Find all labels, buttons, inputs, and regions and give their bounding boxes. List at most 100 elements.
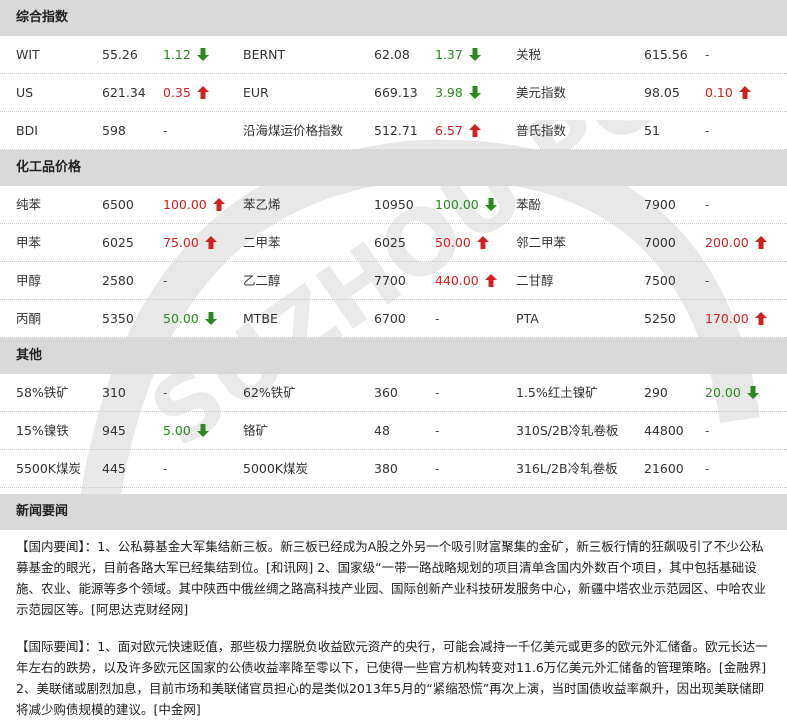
change-value: 1.37 [435,47,463,62]
item-change: 0.35 [163,74,209,111]
change-value: 50.00 [163,311,199,326]
change-value: - [705,273,710,288]
arrow-down-icon [484,198,497,211]
item-change: 75.00 [163,224,217,261]
item-change: 0.10 [705,74,751,111]
change-value: - [163,123,168,138]
item-price: 7900 [644,197,676,212]
item-name: MTBE [243,311,278,326]
item-change: - [435,374,440,411]
item-name: US [16,85,34,100]
item-price: 290 [644,385,668,400]
change-value: - [705,423,710,438]
change-value: 440.00 [435,273,479,288]
item-change: 170.00 [705,300,767,337]
item-change: 100.00 [435,186,497,223]
arrow-up-icon [738,86,751,99]
item-name: 苯酚 [516,197,542,212]
change-value: 100.00 [435,197,479,212]
item-name: 甲苯 [16,235,42,250]
item-change: - [163,374,168,411]
change-value: - [705,123,710,138]
arrow-down-icon [468,48,481,61]
item-price: 7000 [644,235,676,250]
item-price: 445 [102,461,126,476]
section-header-chemical: 化工品价格 [0,150,787,186]
section-header-composite: 综合指数 [0,0,787,36]
item-change: 200.00 [705,224,767,261]
item-name: 邻二甲苯 [516,235,567,250]
item-change: - [705,450,710,487]
arrow-down-icon [468,86,481,99]
item-change: - [705,186,710,223]
item-price: 6025 [102,235,134,250]
change-value: - [435,311,440,326]
item-price: 380 [374,461,398,476]
item-name: 310S/2B冷轧卷板 [516,423,619,438]
change-value: - [163,385,168,400]
section-title: 化工品价格 [16,160,82,175]
item-change: - [705,262,710,299]
change-value: - [435,461,440,476]
arrow-down-icon [196,424,209,437]
change-value: 50.00 [435,235,471,250]
chemical-price-table: 纯苯 6500 100.00 苯乙烯 10950 100.00 苯酚 7900 - 甲苯 6025 7… [0,186,787,338]
change-value: 20.00 [705,385,741,400]
item-price: 945 [102,423,126,438]
item-price: 6500 [102,197,134,212]
arrow-up-icon [204,236,217,249]
change-value: 1.12 [163,47,191,62]
item-price: 2580 [102,273,134,288]
change-value: - [163,461,168,476]
item-name: 纯苯 [16,197,42,212]
item-price: 5350 [102,311,134,326]
change-value: 6.57 [435,123,463,138]
section-title: 其他 [16,348,43,363]
arrow-down-icon [746,386,759,399]
news-domestic: 【国内要闻】：1、公私募基金大军集结新三板。新三板已经成为A股之外另一个吸引财富… [16,539,767,617]
arrow-up-icon [196,86,209,99]
item-change: - [163,112,168,149]
item-change: 50.00 [163,300,217,337]
item-change: - [705,412,710,449]
table-row: BDI 598 - 沿海煤运价格指数 512.71 6.57 普氏指数 51 - [0,112,787,150]
table-row: 丙酮 5350 50.00 MTBE 6700 - PTA 5250 170.00 [0,300,787,338]
change-value: - [435,423,440,438]
item-price: 44800 [644,423,684,438]
item-name: 二甲苯 [243,235,281,250]
section-header-other: 其他 [0,338,787,374]
item-price: 10950 [374,197,414,212]
item-name: 关税 [516,47,542,62]
item-change: - [435,412,440,449]
item-name: 沿海煤运价格指数 [243,123,344,138]
item-price: 55.26 [102,47,138,62]
item-price: 6700 [374,311,406,326]
item-change: 100.00 [163,186,225,223]
item-price: 615.56 [644,47,688,62]
item-change: 50.00 [435,224,489,261]
item-name: BDI [16,123,38,138]
item-name: 二甘醇 [516,273,554,288]
change-value: 200.00 [705,235,749,250]
item-price: 51 [644,123,660,138]
item-price: 7500 [644,273,676,288]
arrow-up-icon [476,236,489,249]
table-row: 58%铁矿 310 - 62%铁矿 360 - 1.5%红土镍矿 290 20.00 [0,374,787,412]
item-price: 669.13 [374,85,418,100]
change-value: 0.35 [163,85,191,100]
table-row: WIT 55.26 1.12 BERNT 62.08 1.37 关税 615.56 - [0,36,787,74]
arrow-down-icon [204,312,217,325]
item-change: 1.12 [163,36,209,73]
item-name: 58%铁矿 [16,385,69,400]
item-change: - [705,36,710,73]
change-value: 170.00 [705,311,749,326]
change-value: 75.00 [163,235,199,250]
item-change: 6.57 [435,112,481,149]
item-name: 62%铁矿 [243,385,296,400]
item-name: 1.5%红土镍矿 [516,385,598,400]
item-name: 苯乙烯 [243,197,281,212]
item-price: 310 [102,385,126,400]
section-header-news: 新闻要闻 [0,494,787,530]
section-title: 新闻要闻 [16,504,69,519]
arrow-up-icon [754,236,767,249]
